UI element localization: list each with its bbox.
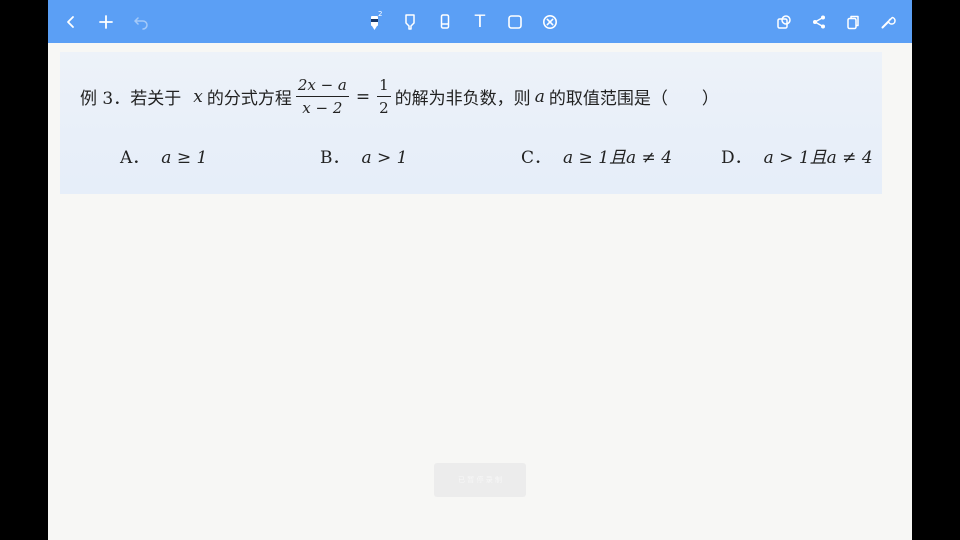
undo-button[interactable] (126, 7, 156, 37)
choice-d: D． a > 1且a ≠ 4 (721, 143, 873, 168)
question-suffix: 的取值范围是（ (548, 89, 668, 109)
fraction-right: 1 2 (377, 76, 391, 117)
notes-app: 2 T 例 3．若关于 x 的分式方程 2x − a x − 2 = 1 2 的… (48, 0, 912, 540)
square-shape-icon (508, 15, 522, 29)
equals-sign: = (355, 86, 371, 107)
text-tool-icon: T (474, 12, 486, 32)
text-tool-button[interactable]: T (465, 7, 495, 37)
choice-expression: a > 1 (361, 148, 408, 168)
highlighter-icon (405, 14, 415, 30)
chevron-left-icon (67, 16, 74, 28)
paren-close: ） (701, 89, 719, 109)
fraction-left-denominator: x − 2 (302, 99, 343, 117)
pen-size-badge: 2 (378, 10, 383, 18)
circle-x-icon (543, 15, 557, 29)
lasso-tool-button[interactable] (535, 7, 565, 37)
layers-button[interactable] (769, 7, 799, 37)
fraction-left: 2x − a x − 2 (295, 76, 349, 117)
choice-expression: a > 1且a ≠ 4 (763, 148, 873, 168)
question-text: 例 3．若关于 x 的分式方程 2x − a x − 2 = 1 2 的解为非负… (80, 76, 719, 117)
fraction-left-numerator: 2x − a (295, 76, 349, 97)
question-mid: 的分式方程 (206, 89, 292, 109)
eraser-icon (440, 14, 450, 29)
choice-a: A． a ≥ 1 (120, 143, 207, 168)
variable-x: x (193, 86, 203, 107)
scanned-question-image (60, 52, 882, 194)
choice-label: B． (320, 148, 350, 168)
settings-button[interactable] (873, 7, 903, 37)
top-toolbar: 2 T (48, 0, 912, 43)
question-prefix: 例 3．若关于 (80, 89, 182, 109)
recording-watermark: 已 暂 停 录 制 (434, 463, 526, 497)
answer-choices: A． a ≥ 1 B． a > 1 C． a ≥ 1且a ≠ 4 D． a > 1且a … (48, 143, 912, 168)
fraction-right-numerator: 1 (377, 76, 391, 97)
choice-c: C． a ≥ 1且a ≠ 4 (521, 143, 672, 168)
add-button[interactable] (91, 7, 121, 37)
copy-icon (847, 15, 859, 30)
variable-a: a (534, 86, 545, 107)
layers-icon (777, 15, 791, 29)
share-icon (813, 15, 825, 29)
watermark-text: 已 暂 停 录 制 (458, 476, 502, 484)
wrench-icon (881, 16, 896, 29)
choice-b: B． a > 1 (320, 143, 408, 168)
choice-label: C． (521, 148, 552, 168)
choice-label: A． (120, 148, 150, 168)
share-button[interactable] (804, 7, 834, 37)
undo-icon (134, 17, 148, 30)
fraction-right-denominator: 2 (379, 99, 389, 117)
choice-label: D． (721, 148, 752, 168)
choice-expression: a ≥ 1 (161, 148, 208, 168)
choice-expression: a ≥ 1且a ≠ 4 (563, 148, 673, 168)
plus-icon (99, 15, 113, 29)
back-button[interactable] (56, 7, 86, 37)
shape-tool-button[interactable] (500, 7, 530, 37)
question-after-equation: 的解为非负数，则 (394, 89, 531, 109)
highlighter-tool-button[interactable] (395, 7, 425, 37)
pen-tool-button[interactable]: 2 (360, 7, 390, 37)
copy-button[interactable] (838, 7, 868, 37)
eraser-tool-button[interactable] (430, 7, 460, 37)
